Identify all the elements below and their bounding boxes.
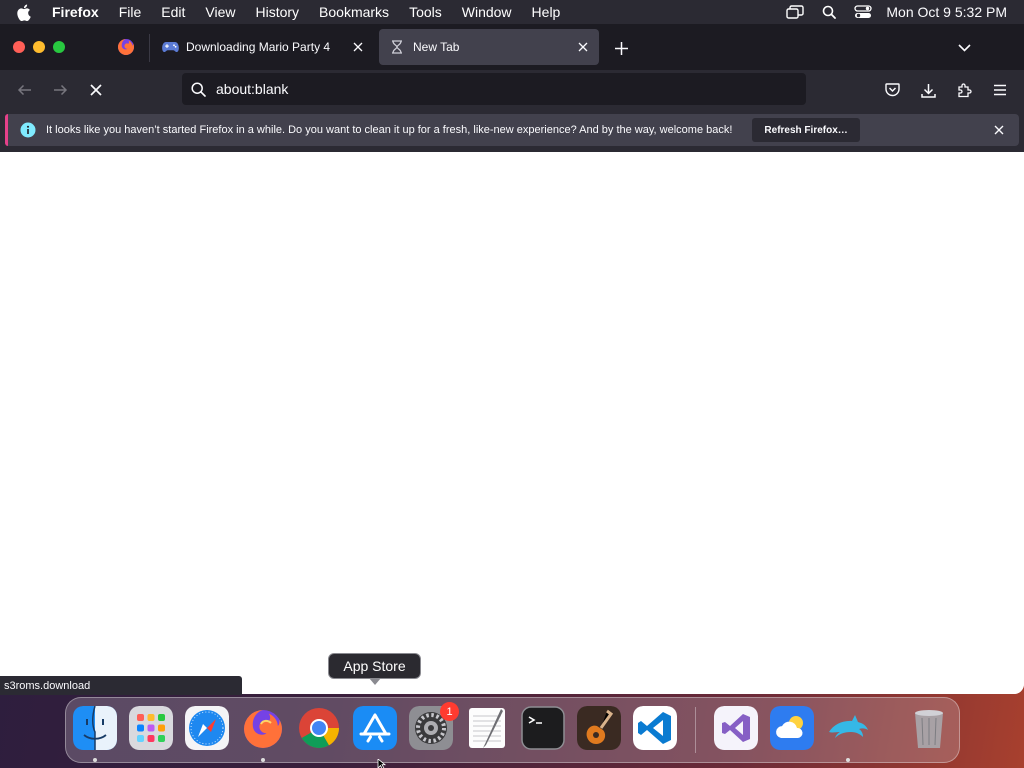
pinned-tab-firefox[interactable] — [104, 30, 148, 64]
control-center-icon[interactable] — [846, 0, 880, 24]
back-arrow-icon[interactable] — [11, 77, 37, 103]
firefox-logo-icon — [118, 39, 134, 55]
menu-edit[interactable]: Edit — [151, 4, 195, 20]
menu-view[interactable]: View — [195, 4, 245, 20]
url-bar[interactable] — [182, 73, 806, 105]
url-input[interactable] — [216, 81, 776, 97]
hourglass-icon — [388, 38, 406, 56]
trash-icon[interactable] — [907, 706, 951, 750]
notification-message-box: It looks like you haven’t started Firefo… — [5, 114, 1019, 146]
dock — [65, 697, 960, 763]
tab-title: Downloading Mario Party 4 — [186, 40, 331, 54]
dock-tooltip: App Store — [328, 653, 421, 679]
visual-studio-icon[interactable] — [714, 706, 758, 750]
tab-title: New Tab — [413, 40, 460, 54]
running-indicator-dolphin — [846, 758, 850, 762]
window-zoom-button[interactable] — [53, 41, 65, 53]
vscode-icon[interactable] — [633, 706, 677, 750]
tab-new-tab[interactable]: New Tab — [379, 29, 599, 65]
pocket-icon[interactable] — [879, 77, 905, 103]
launchpad-icon[interactable] — [129, 706, 173, 750]
menu-app-name[interactable]: Firefox — [42, 4, 109, 20]
notification-accent-stripe — [5, 114, 8, 146]
menu-window[interactable]: Window — [452, 4, 522, 20]
firefox-app-icon[interactable] — [241, 706, 285, 750]
refresh-notification-bar: It looks like you haven’t started Firefo… — [0, 110, 1024, 152]
dock-separator — [695, 707, 696, 753]
downloads-icon[interactable] — [915, 77, 941, 103]
menu-history[interactable]: History — [245, 4, 309, 20]
menu-help[interactable]: Help — [522, 4, 571, 20]
dock-tooltip-pointer — [369, 678, 381, 685]
window-minimize-button[interactable] — [33, 41, 45, 53]
tab-separator — [149, 34, 150, 62]
terminal-icon[interactable] — [521, 706, 565, 750]
notification-message: It looks like you haven’t started Firefo… — [46, 124, 733, 136]
window-close-button[interactable] — [13, 41, 25, 53]
apple-menu-icon[interactable] — [16, 0, 38, 24]
firefox-window: Downloading Mario Party 4 New Tab about:… — [0, 24, 1024, 694]
search-icon — [191, 81, 209, 97]
tab-downloading-mario-party[interactable]: Downloading Mario Party 4 — [152, 29, 374, 65]
menu-clock[interactable]: Mon Oct 9 5:32 PM — [880, 4, 1024, 20]
info-icon — [20, 122, 36, 138]
running-indicator-finder — [93, 758, 97, 762]
list-all-tabs-chevron-icon[interactable] — [952, 36, 976, 60]
spotlight-search-icon[interactable] — [812, 0, 846, 24]
navigation-toolbar — [0, 70, 1024, 110]
running-indicator-firefox — [261, 758, 265, 762]
screen-mirroring-icon[interactable] — [778, 0, 812, 24]
extensions-puzzle-icon[interactable] — [951, 77, 977, 103]
tab-close-icon[interactable] — [571, 35, 595, 59]
finder-icon[interactable] — [73, 706, 117, 750]
garageband-icon[interactable] — [577, 706, 621, 750]
textedit-icon[interactable] — [465, 706, 509, 750]
menu-tools[interactable]: Tools — [399, 4, 452, 20]
gamepad-icon — [161, 38, 179, 56]
forward-arrow-icon[interactable] — [47, 77, 73, 103]
system-settings-badge: 1 — [440, 702, 459, 721]
status-panel-url: s3roms.download — [0, 676, 242, 695]
mouse-pointer-icon — [377, 759, 387, 768]
menu-bar: Firefox File Edit View History Bookmarks… — [0, 0, 1024, 24]
new-tab-plus-icon[interactable] — [609, 36, 633, 60]
menu-file[interactable]: File — [109, 4, 152, 20]
hamburger-menu-icon[interactable] — [987, 77, 1013, 103]
tab-strip: Downloading Mario Party 4 New Tab — [0, 24, 1024, 70]
app-store-icon[interactable] — [353, 706, 397, 750]
refresh-firefox-button[interactable]: Refresh Firefox… — [752, 118, 860, 142]
dolphin-emulator-icon[interactable] — [826, 706, 870, 750]
tab-close-icon[interactable] — [346, 35, 370, 59]
weather-icon[interactable] — [770, 706, 814, 750]
menu-bookmarks[interactable]: Bookmarks — [309, 4, 399, 20]
page-content-blank[interactable] — [0, 152, 1024, 694]
safari-icon[interactable] — [185, 706, 229, 750]
chrome-icon[interactable] — [297, 706, 341, 750]
notification-close-icon[interactable] — [990, 121, 1008, 139]
stop-loading-x-icon[interactable] — [83, 77, 109, 103]
